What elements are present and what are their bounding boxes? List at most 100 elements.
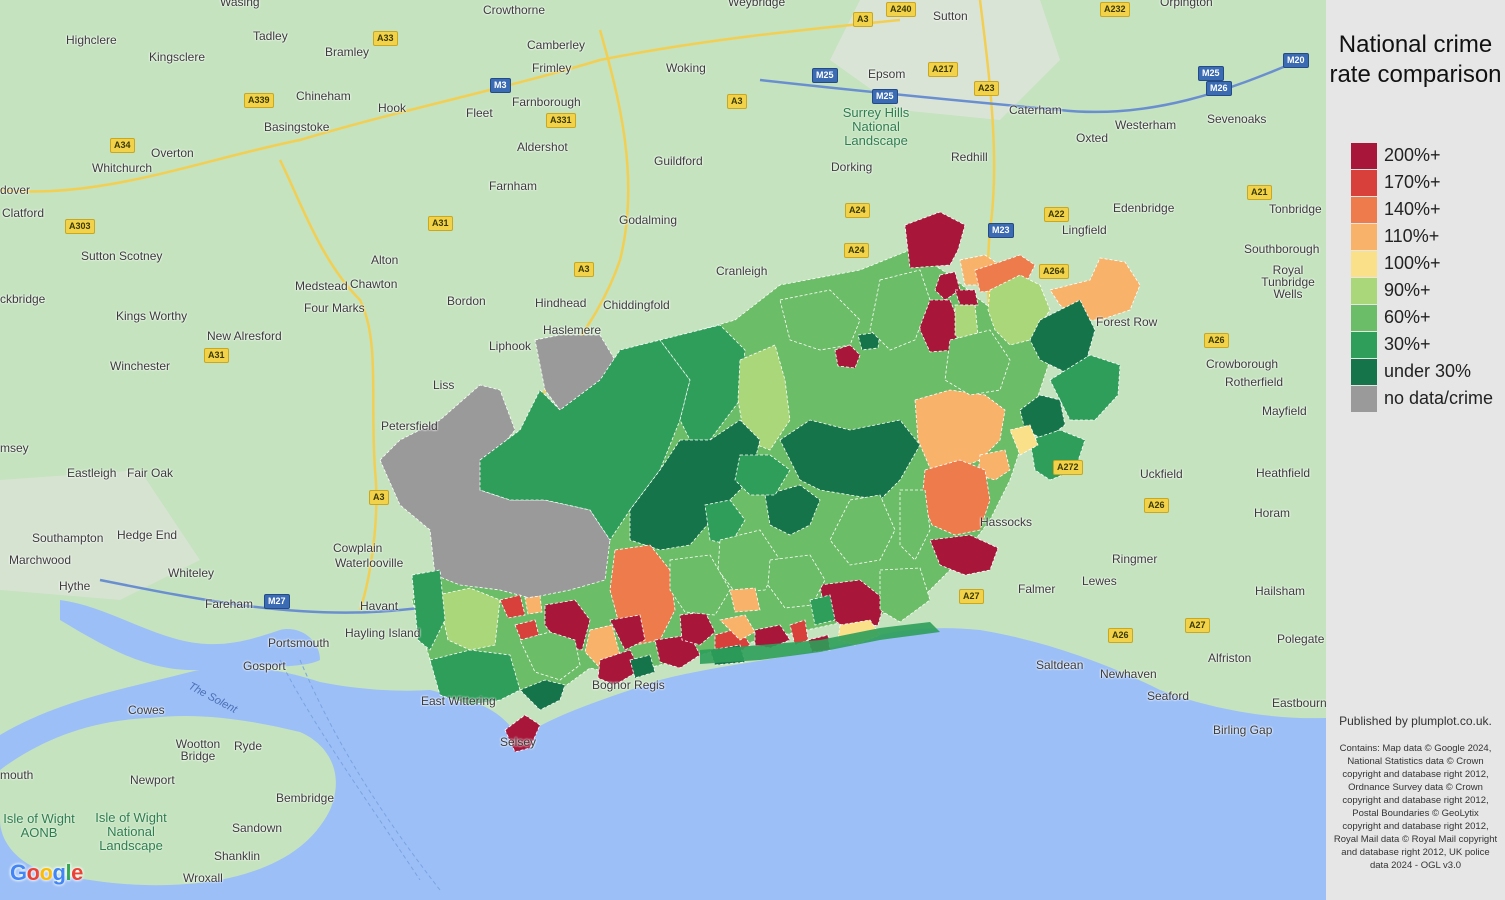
- place-label: dover: [0, 183, 31, 197]
- place-label: Four Marks: [304, 301, 365, 315]
- place-label: Chiddingfold: [603, 298, 670, 312]
- place-label: Bognor Regis: [592, 678, 665, 692]
- road-badge: A272: [1053, 460, 1083, 475]
- place-label: Orpington: [1160, 0, 1213, 9]
- road-badge: M25: [812, 68, 838, 83]
- road-badge: A3: [369, 490, 389, 505]
- legend-swatch: [1351, 224, 1377, 250]
- road-badge: A23: [974, 81, 999, 96]
- place-label: Bembridge: [276, 791, 335, 805]
- legend-label: 100%+: [1384, 253, 1441, 273]
- place-label: Hassocks: [980, 515, 1033, 529]
- place-label: Winchester: [110, 359, 171, 373]
- legend-swatch: [1351, 278, 1377, 304]
- landscape-label: Isle of Wight AONB: [3, 811, 75, 840]
- place-label: Cowplain: [333, 541, 383, 555]
- place-label: East Wittering: [421, 694, 496, 708]
- legend-label: under 30%: [1384, 361, 1472, 381]
- place-label: Liss: [433, 378, 455, 392]
- place-label: Birling Gap: [1213, 723, 1273, 737]
- place-label: Alfriston: [1208, 651, 1252, 665]
- place-label: Waterlooville: [335, 556, 404, 570]
- place-label: Polegate: [1277, 632, 1325, 646]
- landscape-label: Isle of Wight National Landscape: [95, 810, 167, 853]
- legend-swatch: [1351, 386, 1377, 412]
- place-label: Royal Tunbridge Wells: [1261, 263, 1315, 301]
- place-label: Saltdean: [1036, 658, 1084, 672]
- place-label: Sutton: [933, 9, 968, 23]
- published-credit: Published by plumplot.co.uk.: [1339, 714, 1492, 728]
- place-label: Tadley: [253, 29, 288, 43]
- place-label: Rotherfield: [1225, 375, 1284, 389]
- place-label: Mayfield: [1262, 404, 1307, 418]
- road-badge: A303: [65, 219, 95, 234]
- road-badge: A31: [204, 348, 229, 363]
- place-label: Sutton Scotney: [81, 249, 163, 263]
- road-badge: A240: [886, 2, 916, 17]
- road-badge: A3: [853, 12, 873, 27]
- place-label: Sevenoaks: [1207, 112, 1267, 126]
- legend-swatch: [1351, 170, 1377, 196]
- legend-label: 60%+: [1384, 307, 1431, 327]
- place-label: Selsey: [500, 735, 537, 749]
- place-label: Basingstoke: [264, 120, 330, 134]
- place-label: Havant: [360, 599, 399, 613]
- place-label: ckbridge: [0, 292, 46, 306]
- place-label: Guildford: [654, 154, 703, 168]
- place-label: Southborough: [1244, 242, 1320, 256]
- place-label: Marchwood: [9, 553, 72, 567]
- place-label: Oxted: [1076, 131, 1109, 145]
- place-label: Heathfield: [1256, 466, 1311, 480]
- road-badge: A31: [428, 216, 453, 231]
- landscape-label: Surrey Hills National Landscape: [842, 105, 910, 148]
- legend-label: 90%+: [1384, 280, 1431, 300]
- place-label: Forest Row: [1096, 315, 1158, 329]
- place-label: Fair Oak: [127, 466, 174, 480]
- place-label: Camberley: [527, 38, 586, 52]
- place-label: New Alresford: [207, 329, 282, 343]
- place-label: Fareham: [205, 597, 254, 611]
- place-label: Hayling Island: [345, 626, 421, 640]
- legend-swatch: [1351, 359, 1377, 385]
- place-label: Haslemere: [543, 323, 602, 337]
- legend-label: no data/crime: [1384, 388, 1494, 408]
- place-label: Eastleigh: [67, 466, 117, 480]
- place-label: Newport: [130, 773, 175, 787]
- place-label: Wasing: [220, 0, 260, 9]
- attribution-text: Contains: Map data © Google 2024, Nation…: [1333, 743, 1498, 871]
- road-badge: A26: [1144, 498, 1169, 513]
- road-badge: A26: [1108, 628, 1133, 643]
- legend-swatch: [1351, 143, 1377, 169]
- place-label: Farnborough: [512, 95, 581, 109]
- legend-label: 170%+: [1384, 172, 1441, 192]
- road-badge: M3: [490, 78, 511, 93]
- place-label: Medstead: [295, 279, 348, 293]
- place-label: Weybridge: [728, 0, 786, 9]
- legend-title: National crime rate comparison: [1329, 31, 1502, 88]
- place-label: Portsmouth: [268, 636, 330, 650]
- place-label: Highclere: [66, 33, 117, 47]
- place-label: Wootton Bridge: [175, 737, 221, 763]
- road-badge: M26: [1206, 81, 1232, 96]
- place-label: msey: [0, 441, 29, 455]
- road-badge: M20: [1283, 53, 1309, 68]
- place-label: Epsom: [868, 67, 906, 81]
- place-label: Bramley: [325, 45, 370, 59]
- place-label: Cranleigh: [716, 264, 768, 278]
- legend-swatch: [1351, 251, 1377, 277]
- place-label: Hindhead: [535, 296, 587, 310]
- place-label: Caterham: [1009, 103, 1062, 117]
- legend-label: 140%+: [1384, 199, 1441, 219]
- road-badge: A3: [574, 262, 594, 277]
- road-badge: A217: [928, 62, 958, 77]
- place-label: Horam: [1254, 506, 1291, 520]
- road-badge: A27: [959, 589, 984, 604]
- map[interactable]: Wasing Crowthorne Weybridge Sutton Orpin…: [0, 0, 1326, 900]
- place-label: Overton: [151, 146, 194, 160]
- road-badge: A24: [844, 243, 869, 258]
- place-label: Fleet: [466, 106, 493, 120]
- place-label: Edenbridge: [1113, 201, 1175, 215]
- place-label: Crowthorne: [483, 3, 546, 17]
- road-badge: M25: [872, 89, 898, 104]
- place-label: Hailsham: [1255, 584, 1306, 598]
